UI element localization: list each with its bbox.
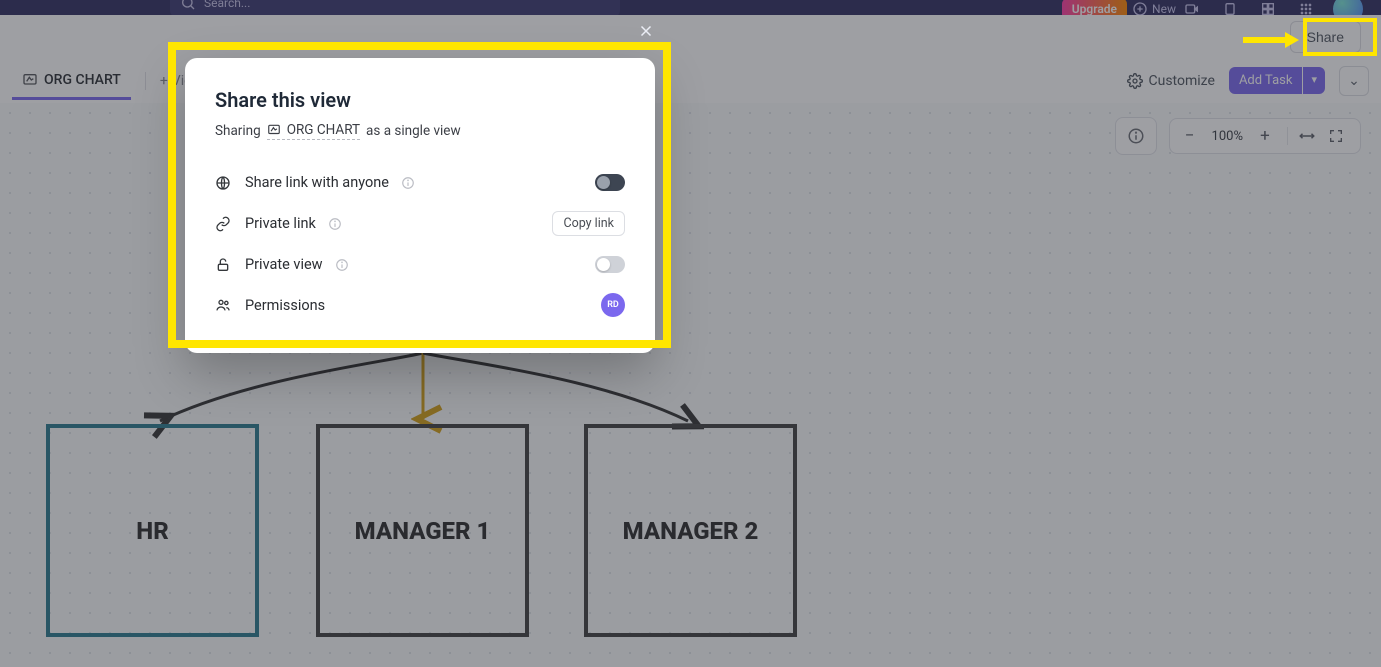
lock-open-icon (215, 257, 233, 273)
info-icon[interactable] (335, 258, 349, 272)
globe-icon (215, 175, 233, 191)
toggle-share-anyone[interactable] (595, 174, 625, 191)
modal-subline: Sharing ORG CHART as a single view (215, 122, 625, 140)
share-view-modal: Share this view Sharing ORG CHART as a s… (185, 58, 655, 353)
copy-link-button[interactable]: Copy link (552, 211, 625, 236)
row-share-anyone: Share link with anyone (215, 164, 625, 201)
whiteboard-icon (267, 123, 281, 137)
modal-title: Share this view (215, 88, 625, 112)
close-icon (637, 22, 655, 40)
people-icon (215, 297, 233, 313)
info-icon[interactable] (401, 176, 415, 190)
row-private-view: Private view (215, 246, 625, 283)
row-private-link: Private link Copy link (215, 201, 625, 246)
permission-avatar[interactable]: RD (601, 293, 625, 317)
link-icon (215, 216, 233, 232)
info-icon[interactable] (328, 217, 342, 231)
modal-overlay[interactable]: Share this view Sharing ORG CHART as a s… (0, 0, 1381, 667)
row-permissions: Permissions RD (215, 283, 625, 327)
close-modal-button[interactable] (633, 18, 659, 44)
toggle-private-view[interactable] (595, 256, 625, 273)
